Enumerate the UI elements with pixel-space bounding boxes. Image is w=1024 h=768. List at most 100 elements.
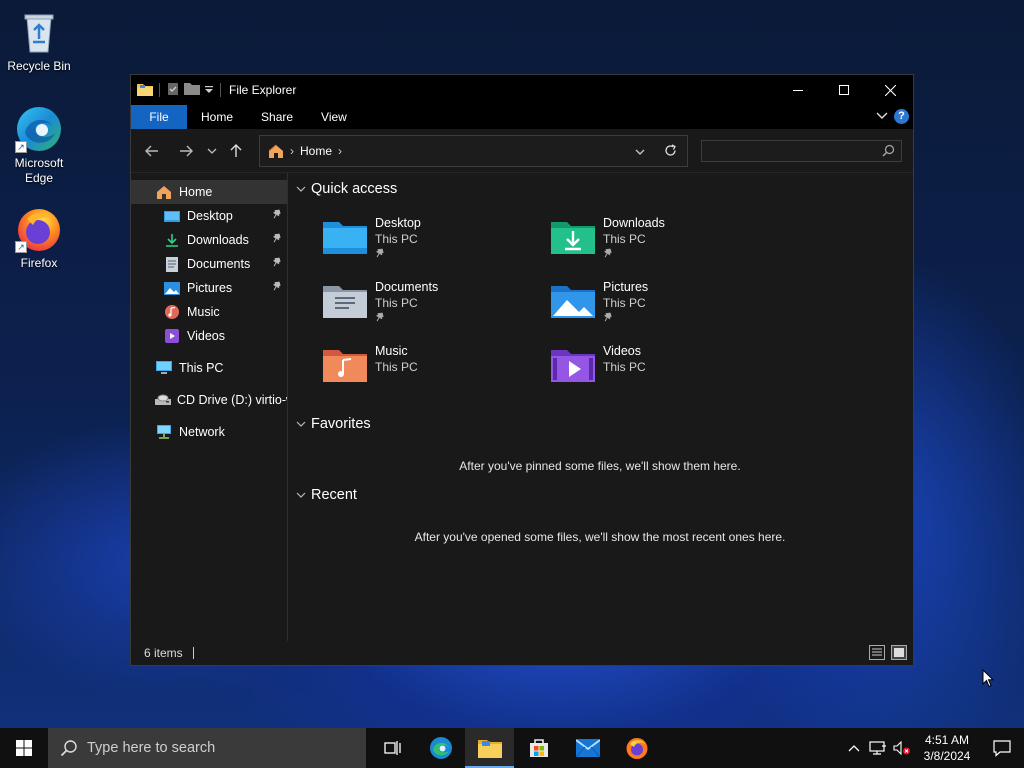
taskbar-app-file-explorer[interactable]: [465, 728, 514, 768]
desktop-icon-microsoft-edge[interactable]: ↗ Microsoft Edge: [1, 105, 77, 186]
quick-access-item-desktop[interactable]: Desktop This PC: [318, 215, 538, 271]
start-button[interactable]: [0, 728, 48, 768]
title-bar[interactable]: File Explorer: [131, 75, 913, 105]
tab-home[interactable]: Home: [187, 105, 247, 129]
search-input[interactable]: [702, 141, 882, 161]
pin-icon[interactable]: [272, 281, 282, 295]
sidebar-item-desktop[interactable]: Desktop: [131, 204, 287, 228]
address-dropdown-button[interactable]: [635, 145, 645, 159]
clock-time: 4:51 AM: [924, 733, 970, 747]
sidebar-item-documents[interactable]: Documents: [131, 252, 287, 276]
refresh-button[interactable]: [664, 144, 677, 160]
back-arrow-icon: [145, 145, 158, 156]
breadcrumb-chevron-icon[interactable]: ›: [338, 144, 342, 158]
home-icon: [155, 184, 173, 200]
desktop-icon-firefox[interactable]: ↗ Firefox: [1, 205, 77, 271]
tab-file[interactable]: File: [131, 105, 187, 129]
taskbar-app-microsoft-store[interactable]: [514, 728, 563, 768]
taskbar-app-firefox[interactable]: [612, 728, 661, 768]
documents-folder-icon: [323, 282, 367, 322]
back-button[interactable]: [137, 136, 167, 166]
show-hidden-icons-button[interactable]: [842, 728, 866, 768]
sidebar-item-label: Home: [179, 185, 213, 199]
quick-access-item-downloads[interactable]: Downloads This PC: [546, 215, 766, 271]
sidebar-item-home[interactable]: Home: [131, 180, 287, 204]
pin-icon: [603, 312, 648, 326]
search-box[interactable]: [701, 140, 902, 162]
system-tray: 4:51 AM 3/8/2024: [842, 728, 1024, 768]
sidebar-item-music[interactable]: Music: [131, 300, 287, 324]
help-icon[interactable]: ?: [894, 109, 909, 124]
downloads-folder-icon: [551, 218, 595, 258]
quick-access-toolbar: [137, 82, 223, 99]
minimize-icon: [793, 90, 803, 91]
network-status-button[interactable]: [866, 728, 890, 768]
section-favorites[interactable]: Favorites: [296, 416, 371, 432]
desktop-icon-recycle-bin[interactable]: Recycle Bin: [1, 8, 77, 74]
download-icon: [163, 232, 181, 248]
sidebar-item-label: Network: [179, 425, 225, 439]
address-bar[interactable]: › Home ›: [259, 135, 688, 167]
sidebar-item-downloads[interactable]: Downloads: [131, 228, 287, 252]
sidebar-item-cd-drive[interactable]: CD Drive (D:) virtio-w: [131, 388, 287, 412]
large-icons-view-icon: [894, 648, 904, 657]
pin-icon[interactable]: [272, 233, 282, 247]
pin-icon[interactable]: [272, 209, 282, 223]
properties-icon[interactable]: [166, 82, 180, 99]
action-center-button[interactable]: [980, 728, 1024, 768]
taskbar-clock[interactable]: 4:51 AM 3/8/2024: [914, 732, 980, 764]
desktop-icon-label: Firefox: [20, 256, 58, 270]
file-explorer-window: File Explorer File Home Share View ? › H…: [130, 74, 914, 666]
up-button[interactable]: [223, 136, 249, 166]
firefox-icon: ↗: [15, 205, 63, 253]
computer-icon: [155, 360, 173, 376]
taskbar-search-box[interactable]: Type here to search: [48, 728, 366, 768]
sidebar-item-network[interactable]: Network: [131, 420, 287, 444]
new-folder-icon[interactable]: [184, 82, 200, 98]
section-recent[interactable]: Recent: [296, 487, 357, 503]
volume-muted-icon: [893, 741, 910, 755]
taskbar-app-mail[interactable]: [563, 728, 612, 768]
sidebar-item-label: Music: [187, 305, 220, 319]
quick-access-item-music[interactable]: Music This PC: [318, 343, 538, 399]
minimize-button[interactable]: [775, 75, 821, 105]
forward-button[interactable]: [171, 136, 201, 166]
section-title: Recent: [311, 487, 357, 503]
tab-share[interactable]: Share: [247, 105, 307, 129]
volume-button[interactable]: [890, 728, 914, 768]
expand-ribbon-chevron-icon[interactable]: [876, 109, 888, 124]
recent-empty-message: After you've opened some files, we'll sh…: [414, 530, 786, 544]
close-button[interactable]: [867, 75, 913, 105]
search-icon[interactable]: [882, 144, 895, 160]
sidebar-item-label: Documents: [187, 257, 251, 271]
up-arrow-icon: [230, 143, 242, 157]
item-location: This PC: [375, 360, 418, 374]
item-name: Desktop: [375, 216, 421, 230]
breadcrumb-home[interactable]: Home: [300, 144, 332, 158]
sidebar-item-videos[interactable]: Videos: [131, 324, 287, 348]
sidebar-item-label: CD Drive (D:) virtio-w: [177, 393, 287, 407]
recent-locations-button[interactable]: [201, 136, 223, 166]
large-icons-view-button[interactable]: [891, 645, 907, 660]
search-icon: [60, 740, 77, 757]
tab-view[interactable]: View: [307, 105, 361, 129]
details-view-button[interactable]: [869, 645, 885, 660]
quick-access-item-videos[interactable]: Videos This PC: [546, 343, 766, 399]
forward-arrow-icon: [180, 145, 193, 156]
quick-access-item-pictures[interactable]: Pictures This PC: [546, 279, 766, 335]
item-location: This PC: [375, 232, 418, 246]
sidebar-item-label: Videos: [187, 329, 225, 343]
pin-icon[interactable]: [272, 257, 282, 271]
item-name: Videos: [603, 344, 641, 358]
item-location: This PC: [375, 296, 418, 310]
sidebar-item-this-pc[interactable]: This PC: [131, 356, 287, 380]
task-view-button[interactable]: [367, 728, 416, 768]
pictures-folder-icon: [551, 282, 595, 322]
quick-access-item-documents[interactable]: Documents This PC: [318, 279, 538, 335]
taskbar-app-edge[interactable]: [416, 728, 465, 768]
customize-toolbar-chevron-icon[interactable]: [204, 83, 214, 97]
maximize-button[interactable]: [821, 75, 867, 105]
section-quick-access[interactable]: Quick access: [296, 181, 397, 197]
sidebar-item-pictures[interactable]: Pictures: [131, 276, 287, 300]
item-count: 6 items: [144, 646, 183, 660]
